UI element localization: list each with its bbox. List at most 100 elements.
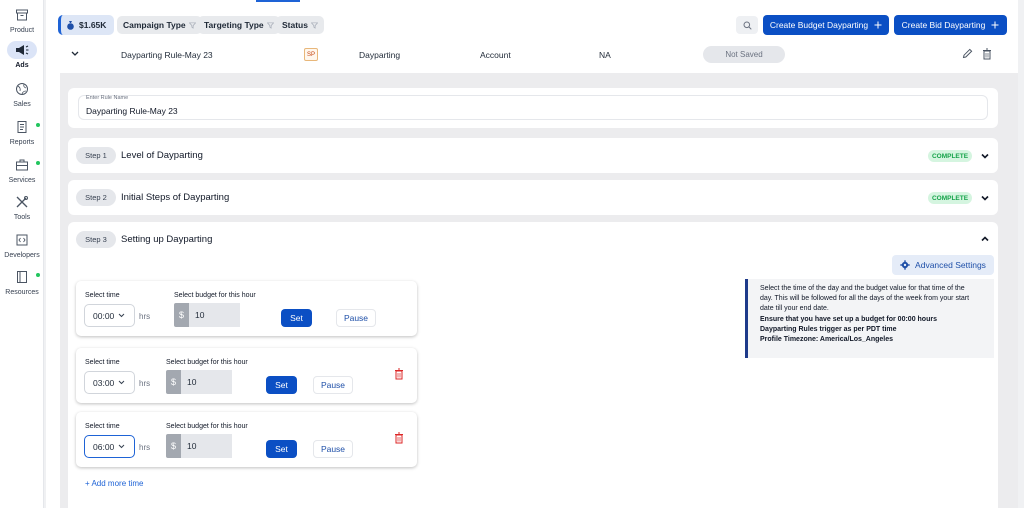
status-badge: Not Saved (703, 46, 785, 63)
rule-type: Dayparting (359, 50, 401, 60)
filter-label: Targeting Type (204, 20, 264, 30)
time-label: Select time (85, 423, 120, 430)
step-pill: Step 3 (76, 231, 116, 248)
step-pill: Step 2 (76, 189, 116, 206)
money-bag-icon (67, 21, 74, 30)
trash-icon[interactable] (982, 48, 992, 60)
pause-button[interactable]: Pause (336, 309, 376, 327)
info-line: Profile Timezone: America/Los_Angeles (760, 336, 894, 344)
step-2-card[interactable]: Step 2 Initial Steps of Dayparting COMPL… (68, 180, 998, 215)
delete-slot-icon[interactable] (394, 432, 404, 444)
sidebar-item-sales[interactable]: Sales (0, 80, 44, 108)
budget-value: $1.65K (79, 20, 107, 30)
step-1-card[interactable]: Step 1 Level of Dayparting COMPLETE (68, 138, 998, 173)
filter-status[interactable]: Status (276, 16, 324, 34)
step-title: Initial Steps of Dayparting (121, 192, 230, 203)
time-value: 00:00 (93, 310, 115, 321)
budget-input[interactable]: $ 10 (166, 434, 232, 458)
sidebar-item-product[interactable]: Product (0, 6, 44, 34)
hrs-label: hrs (139, 312, 151, 321)
chevron-down-icon[interactable] (71, 51, 79, 57)
rule-name-card: Enter Rule Name Dayparting Rule-May 23 (68, 88, 998, 128)
budget-label: Select budget for this hour (166, 359, 248, 366)
currency-prefix: $ (174, 303, 189, 327)
set-button[interactable]: Set (266, 376, 297, 394)
filter-targeting-type[interactable]: Targeting Type (198, 16, 280, 34)
budget-input[interactable]: $ 10 (166, 370, 232, 394)
globe-icon (12, 80, 32, 98)
rule-name-label: Enter Rule Name (86, 95, 129, 101)
status-dot (36, 161, 40, 165)
create-budget-dayparting-button[interactable]: Create Budget Dayparting (763, 15, 889, 35)
currency-prefix: $ (166, 370, 181, 394)
budget-chip[interactable]: $1.65K (58, 15, 114, 35)
time-select[interactable]: 00:00 (84, 304, 135, 327)
set-button[interactable]: Set (266, 440, 297, 458)
budget-value: 10 (181, 370, 232, 394)
time-label: Select time (85, 292, 120, 299)
complete-badge: COMPLETE (928, 192, 972, 204)
sidebar-item-reports[interactable]: Reports (0, 118, 44, 146)
sidebar-item-tools[interactable]: Tools (0, 193, 44, 221)
create-bid-dayparting-button[interactable]: Create Bid Dayparting (894, 15, 1007, 35)
sidebar-item-developers[interactable]: Developers (0, 231, 44, 259)
currency-prefix: $ (166, 434, 181, 458)
main-content: $1.65K Campaign Type Targeting Type Stat… (46, 0, 1018, 508)
filter-icon (310, 22, 318, 29)
active-tab-indicator (256, 0, 300, 2)
step-title: Level of Dayparting (121, 150, 203, 161)
search-button[interactable] (736, 16, 758, 34)
rule-editor-panel: Enter Rule Name Dayparting Rule-May 23 S… (60, 73, 1018, 508)
step-3-card: Step 3 Setting up Dayparting Advanced Se… (68, 222, 998, 508)
advanced-settings-button[interactable]: Advanced Settings (892, 255, 994, 275)
time-select[interactable]: 06:00 (84, 435, 135, 458)
filter-label: Campaign Type (123, 20, 186, 30)
info-line: Select the time of the day and the budge… (760, 285, 965, 292)
info-line: day. This will be followed for all the d… (760, 295, 970, 303)
budget-input[interactable]: $ 10 (174, 303, 240, 327)
filter-label: Status (282, 20, 308, 30)
complete-badge: COMPLETE (928, 150, 972, 162)
button-label: Advanced Settings (915, 260, 986, 270)
pause-button[interactable]: Pause (313, 440, 353, 458)
box-icon (12, 6, 32, 24)
rule-name-input[interactable]: Enter Rule Name Dayparting Rule-May 23 (78, 95, 988, 120)
set-button[interactable]: Set (281, 309, 312, 327)
hrs-label: hrs (139, 443, 151, 452)
button-label: Create Bid Dayparting (901, 20, 986, 30)
add-more-time-link[interactable]: + Add more time (85, 479, 143, 488)
budget-label: Select budget for this hour (166, 423, 248, 430)
filter-icon (188, 22, 196, 29)
code-icon (12, 231, 32, 249)
sidebar-item-resources[interactable]: Resources (0, 268, 44, 296)
edit-icon[interactable] (962, 48, 973, 59)
step-pill: Step 1 (76, 147, 116, 164)
time-select[interactable]: 03:00 (84, 371, 135, 394)
info-line: date till your end date. (760, 305, 829, 313)
rule-row: Dayparting Rule-May 23 SP Dayparting Acc… (46, 45, 1018, 65)
time-value: 06:00 (93, 441, 115, 452)
chevron-down-icon[interactable] (980, 193, 990, 203)
briefcase-icon (12, 156, 40, 174)
chevron-down-icon[interactable] (980, 151, 990, 161)
info-line: Dayparting Rules trigger as per PDT time (760, 325, 897, 333)
pause-button[interactable]: Pause (313, 376, 353, 394)
status-dot (36, 123, 40, 127)
dayparting-info-box: Select the time of the day and the budge… (745, 279, 994, 358)
chevron-up-icon[interactable] (980, 234, 990, 244)
sidebar-item-label: Ads (15, 62, 29, 69)
sidebar-item-services[interactable]: Services (0, 156, 44, 184)
tools-icon (12, 193, 32, 211)
time-label: Select time (85, 359, 120, 366)
sidebar-item-ads[interactable]: Ads (0, 41, 44, 69)
button-label: Create Budget Dayparting (769, 20, 869, 30)
hrs-label: hrs (139, 379, 151, 388)
rule-name: Dayparting Rule-May 23 (121, 50, 213, 60)
budget-value: 10 (189, 303, 240, 327)
sidebar-item-label: Tools (13, 214, 31, 221)
filter-campaign-type[interactable]: Campaign Type (117, 16, 202, 34)
delete-slot-icon[interactable] (394, 368, 404, 380)
ad-type-badge: SP (304, 48, 318, 61)
plus-icon (991, 21, 999, 29)
document-icon (12, 118, 40, 136)
